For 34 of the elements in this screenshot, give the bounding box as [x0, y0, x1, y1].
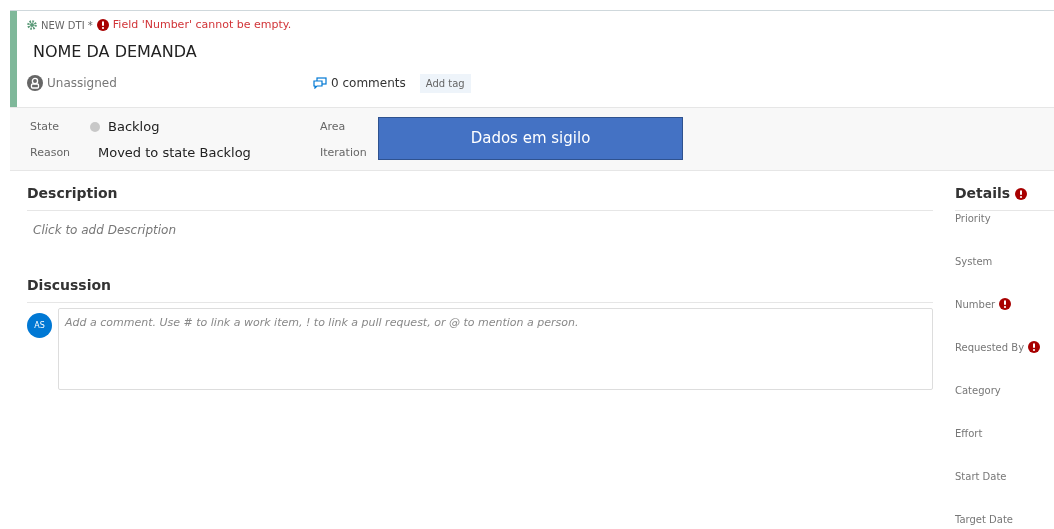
redaction-box: Dados em sigilo [378, 117, 683, 160]
field-value[interactable]: Moved to state Backlog [98, 143, 251, 163]
section-heading: Details [955, 184, 1011, 203]
user-avatar: AS [27, 313, 52, 338]
field-label: Priority [955, 212, 991, 226]
section-heading: Description [27, 183, 933, 211]
field-label: System [955, 255, 993, 269]
field-value[interactable]: Backlog [108, 117, 160, 137]
field-label: Reason [30, 144, 72, 161]
section-heading: Discussion [27, 275, 933, 303]
field-label: Iteration [320, 144, 368, 161]
work-item-title[interactable]: NOME DA DEMANDA [33, 39, 1054, 64]
field-label: Number [955, 298, 996, 312]
field-label: State [30, 118, 61, 135]
field-label: Start Date [955, 470, 1007, 484]
comments-link[interactable]: 0 comments [331, 74, 406, 92]
assignee-picker[interactable]: Unassigned [47, 74, 117, 92]
error-message: Field 'Number' cannot be empty. [112, 17, 292, 33]
field-label: Requested By [955, 341, 1025, 355]
field-label: Effort [955, 427, 983, 441]
comment-field[interactable]: Add a comment. Use # to link a work item, ! to link a pull request, or @ to mention a person. [58, 308, 933, 390]
add-tag-button[interactable]: Add tag [419, 73, 471, 93]
error-icon [96, 19, 109, 32]
work-item-type: NEW DTI * [41, 18, 93, 33]
gear-icon [27, 20, 37, 31]
description-field[interactable]: Click to add Description [33, 221, 933, 267]
field-label: Area [320, 118, 347, 135]
field-label: Target Date [955, 513, 1014, 527]
person-icon [27, 75, 43, 91]
field-label: Category [955, 384, 1001, 398]
error-icon [999, 298, 1012, 310]
error-icon [1015, 187, 1028, 200]
comments-icon [313, 77, 327, 89]
error-icon [1028, 341, 1041, 353]
